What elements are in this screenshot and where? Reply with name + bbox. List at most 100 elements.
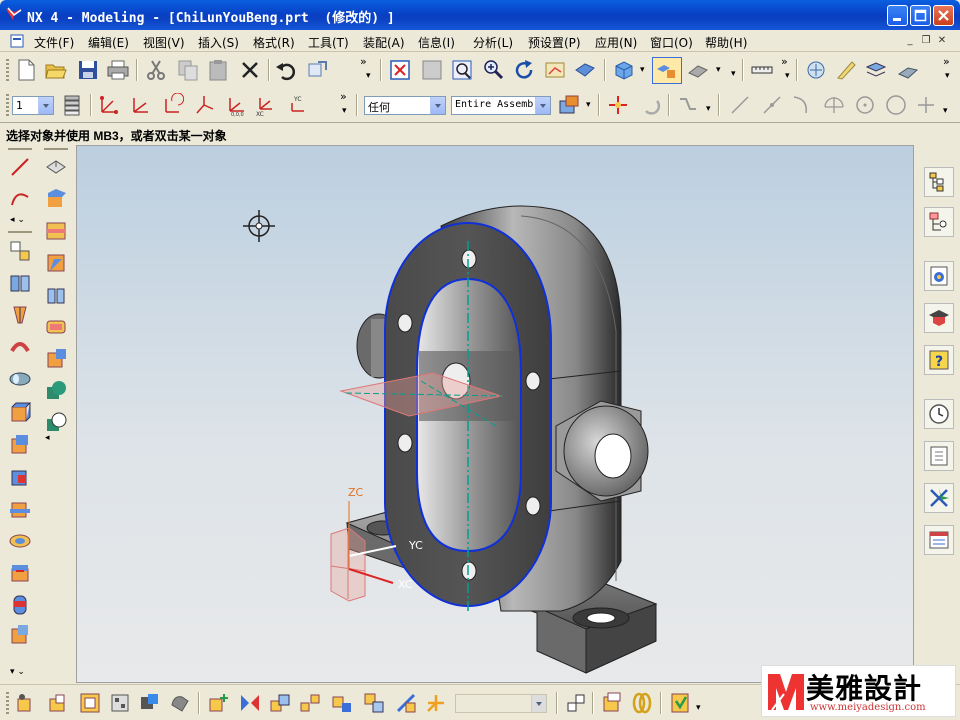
undo-selection-icon[interactable] (638, 93, 662, 117)
edit-work-section-icon[interactable] (652, 57, 682, 84)
line-point-icon[interactable] (760, 93, 784, 117)
menu-analysis[interactable]: 分析(L) (473, 34, 513, 51)
add-existing-icon[interactable] (206, 691, 230, 715)
maximize-button[interactable] (910, 5, 931, 26)
zoom-icon[interactable] (450, 58, 474, 82)
toolbar-dropdown-icon[interactable]: ▾ (342, 106, 347, 116)
document-menu-icon[interactable] (9, 33, 27, 49)
open-folder-icon[interactable] (44, 58, 68, 82)
rotate-icon[interactable] (512, 58, 536, 82)
undo-icon[interactable] (274, 58, 298, 82)
menu-window[interactable]: 窗口(O) (650, 34, 693, 51)
doc-minimize-icon[interactable]: _ (904, 36, 916, 46)
view-section-icon[interactable] (686, 58, 710, 82)
arc-icon[interactable] (790, 93, 814, 117)
split-body-icon[interactable] (44, 347, 68, 371)
toolbar-more-icon[interactable]: » (781, 55, 788, 68)
general-selection-filter-icon[interactable] (557, 93, 581, 117)
menu-insert[interactable]: 插入(S) (198, 34, 239, 51)
model-view[interactable]: ZC YC XC (77, 146, 914, 683)
repeat-command-icon[interactable] (306, 58, 330, 82)
circle-point-icon[interactable] (853, 93, 877, 117)
basic-curves-icon[interactable] (8, 155, 32, 179)
feature-tool-icon[interactable] (896, 58, 920, 82)
wcs-absolute-icon[interactable]: 0,0,0 (224, 93, 248, 118)
revolve-icon[interactable] (8, 303, 32, 327)
shell-icon[interactable] (44, 219, 68, 243)
cone-icon[interactable] (8, 465, 32, 489)
chevron-down-icon[interactable] (531, 695, 546, 712)
help-icon[interactable]: ? (924, 345, 954, 375)
sweep-icon[interactable] (8, 335, 32, 359)
view-dropdown-icon[interactable]: ▾ (716, 65, 721, 75)
toolbar-grip[interactable] (8, 231, 32, 233)
chevron-down-icon[interactable] (38, 97, 53, 114)
wave-link-icon[interactable] (564, 691, 588, 715)
menu-file[interactable]: 文件(F) (34, 34, 74, 51)
wcs-origin-icon[interactable] (128, 93, 152, 117)
unite-icon[interactable] (44, 379, 68, 403)
mate-component-icon[interactable] (138, 691, 162, 715)
arc-center-icon[interactable] (822, 93, 846, 117)
sketch-curve-icon[interactable] (8, 239, 32, 263)
delete-icon[interactable] (238, 58, 262, 82)
cut-icon[interactable] (144, 58, 168, 82)
toolbar-dropdown-icon[interactable]: ▾ (706, 104, 711, 114)
wcs-change-xc-icon[interactable]: XC (254, 93, 278, 118)
sphere-icon[interactable] (8, 497, 32, 521)
instance-feature-icon[interactable] (44, 283, 68, 307)
chamfer-icon[interactable] (44, 187, 68, 211)
toolbar-grip[interactable] (8, 148, 32, 150)
paste-icon[interactable] (206, 58, 230, 82)
perspective-icon[interactable] (573, 58, 597, 82)
chevron-down-icon[interactable] (430, 97, 445, 114)
doc-restore-icon[interactable]: ❐ (920, 36, 932, 46)
explosion-select[interactable] (455, 694, 547, 713)
cylinder-icon[interactable] (8, 433, 32, 457)
explosion-view-icon[interactable] (298, 691, 322, 715)
part-navigator-tab-icon[interactable] (924, 207, 954, 237)
toolbar-expand-icon[interactable]: ◂ ⌄ (10, 215, 25, 225)
training-icon[interactable] (924, 303, 954, 333)
clock-icon[interactable] (924, 399, 954, 429)
toolbar-dropdown-icon[interactable]: ▾ (945, 71, 950, 81)
subtract-icon[interactable] (44, 411, 68, 435)
toolbar-more-icon[interactable]: » (340, 90, 347, 103)
process-studio-icon[interactable] (924, 483, 954, 513)
history-palette-icon[interactable] (924, 261, 954, 291)
menu-assemblies[interactable]: 装配(A) (363, 34, 405, 51)
render-style-dropdown-icon[interactable]: ▾ (640, 65, 645, 75)
edge-blend-icon[interactable] (44, 155, 68, 179)
graphics-window[interactable]: ZC YC XC (76, 145, 914, 683)
toolbar-grip[interactable] (44, 148, 68, 150)
fit-view-icon[interactable] (388, 58, 412, 82)
wcs-dynamics-icon[interactable] (97, 93, 121, 117)
new-file-icon[interactable] (14, 58, 38, 82)
toolbar-expand-icon[interactable]: ▾ ⌄ (10, 667, 25, 677)
layer-settings-icon[interactable] (864, 58, 888, 82)
assembly-navigator-icon[interactable] (804, 58, 828, 82)
toolbar-grip[interactable] (6, 94, 9, 116)
zoom-window-icon[interactable] (420, 58, 444, 82)
measure-distance-icon[interactable] (750, 58, 774, 82)
filter-dropdown-icon[interactable]: ▾ (586, 100, 591, 110)
auto-explode-icon[interactable] (394, 691, 418, 715)
menu-help[interactable]: 帮助(H) (705, 34, 747, 51)
line-icon[interactable] (728, 93, 752, 117)
point-icon[interactable] (914, 93, 938, 117)
snap-point-icon[interactable] (606, 93, 630, 117)
menu-tools[interactable]: 工具(T) (308, 34, 349, 51)
chevron-down-icon[interactable] (535, 97, 550, 114)
new-component-icon[interactable] (46, 691, 70, 715)
copy-icon[interactable] (176, 58, 200, 82)
reposition-component-icon[interactable] (168, 691, 192, 715)
assembly-sequence-icon[interactable] (600, 691, 624, 715)
edit-component-icon[interactable] (78, 691, 102, 715)
work-layer-select[interactable]: 1 (12, 96, 54, 115)
menu-information[interactable]: 信息(I) (418, 34, 455, 51)
toolbar-more-icon[interactable]: » (943, 55, 950, 68)
point-constructor-icon[interactable] (676, 93, 700, 117)
menu-view[interactable]: 视图(V) (143, 34, 185, 51)
toolbar-grip[interactable] (6, 59, 9, 81)
sketch-icon[interactable] (834, 58, 858, 82)
